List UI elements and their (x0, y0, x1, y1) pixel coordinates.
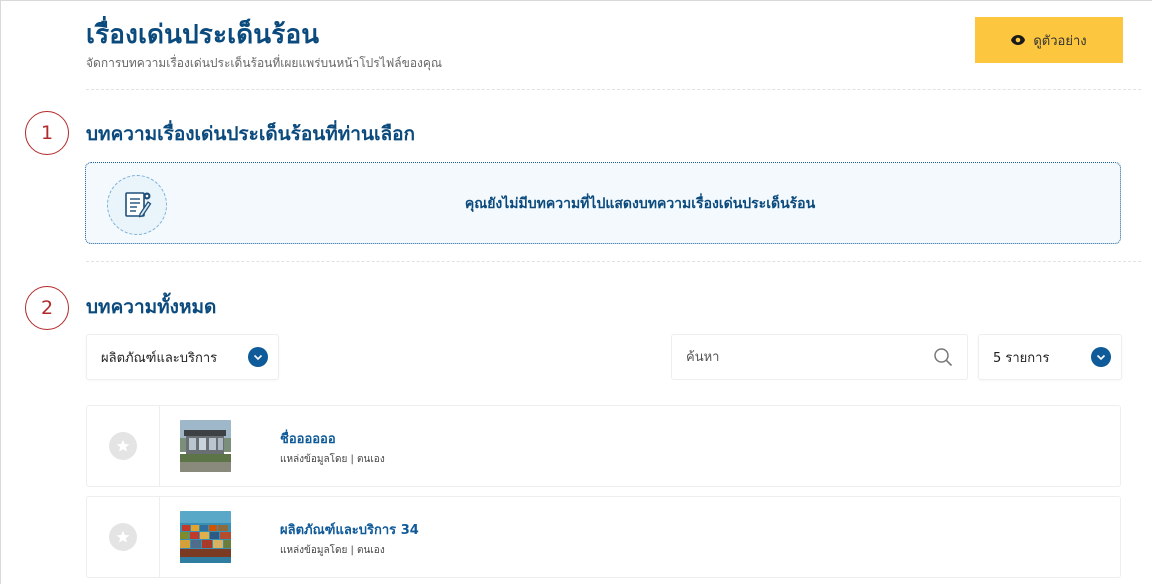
category-select-value: ผลิตภัณฑ์และบริการ (101, 350, 218, 366)
document-edit-icon (107, 175, 167, 235)
article-thumbnail-house (180, 420, 231, 472)
article-thumbnail-container-ship (180, 511, 231, 563)
preview-button-label: ดูตัวอย่าง (1033, 33, 1087, 49)
step-number-1: 1 (25, 111, 69, 155)
article-row: ชื่ออออออ แหล่งข้อมูลโดย | ตนเอง (86, 405, 1121, 487)
star-toggle[interactable] (109, 432, 137, 460)
eye-icon (1011, 35, 1026, 45)
article-source: แหล่งข้อมูลโดย | ตนเอง (280, 454, 385, 465)
chevron-down-icon (248, 347, 268, 367)
divider (86, 89, 1141, 90)
category-select[interactable]: ผลิตภัณฑ์และบริการ (86, 334, 279, 380)
search-icon[interactable] (933, 347, 953, 367)
star-icon (116, 439, 130, 452)
chevron-down-icon (1091, 347, 1111, 367)
divider (86, 261, 1141, 262)
page-subtitle: จัดการบทความเรื่องเด่นประเด็นร้อนที่เผยแ… (86, 56, 443, 70)
star-cell (87, 497, 160, 577)
empty-state-message: คุณยังไม่มีบทความที่ไปแสดงบทความเรื่องเด… (464, 196, 816, 212)
page-title: เรื่องเด่นประเด็นร้อน (86, 20, 320, 50)
preview-button[interactable]: ดูตัวอย่าง (975, 17, 1123, 63)
section-title-all-articles: บทความทั้งหมด (86, 296, 217, 318)
star-cell (87, 406, 160, 486)
article-title-link[interactable]: ผลิตภัณฑ์และบริการ 34 (280, 519, 419, 540)
section-title-selected: บทความเรื่องเด่นประเด็นร้อนที่ท่านเลือก (86, 123, 416, 145)
article-row: ผลิตภัณฑ์และบริการ 34 แหล่งข้อมูลโดย | ต… (86, 496, 1121, 578)
star-icon (116, 530, 130, 543)
article-source: แหล่งข้อมูลโดย | ตนเอง (280, 545, 385, 556)
search-box[interactable] (671, 334, 968, 380)
page-size-select-value: 5 รายการ (993, 350, 1050, 366)
step-number-2: 2 (25, 286, 69, 330)
article-title-link[interactable]: ชื่ออออออ (280, 428, 336, 449)
star-toggle[interactable] (109, 523, 137, 551)
search-input[interactable] (686, 349, 933, 365)
page-size-select[interactable]: 5 รายการ (978, 334, 1122, 380)
